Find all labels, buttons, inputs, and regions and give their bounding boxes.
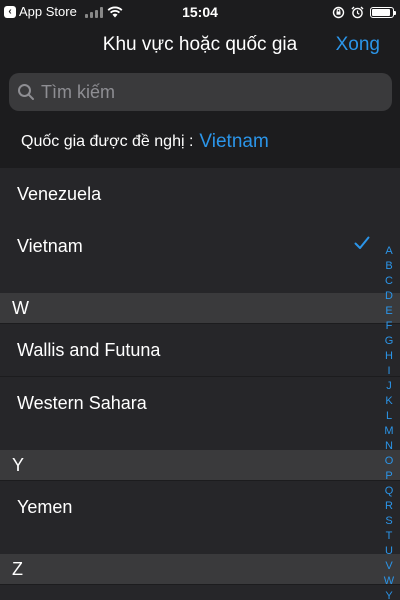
list-item-label: Western Sahara <box>17 392 147 413</box>
search-bar <box>0 68 400 116</box>
list-item-label: Wallis and Futuna <box>17 339 161 360</box>
index-letter-b[interactable]: B <box>385 259 392 274</box>
index-letter-y[interactable]: Y <box>385 589 392 600</box>
index-letter-j[interactable]: J <box>386 379 392 394</box>
index-letter-h[interactable]: H <box>385 349 393 364</box>
index-letter-i[interactable]: I <box>387 364 390 379</box>
section-header-y: Y <box>0 450 400 480</box>
search-input[interactable] <box>41 81 361 103</box>
done-button[interactable]: Xong <box>336 32 380 58</box>
index-letter-a[interactable]: A <box>385 244 392 259</box>
index-letter-n[interactable]: N <box>385 439 393 454</box>
suggested-country-link[interactable]: Vietnam <box>199 131 268 153</box>
section-index[interactable]: ABCDEFGHIJKLMNOPQRSTUVWYZ <box>378 244 400 600</box>
orientation-lock-icon <box>332 6 345 18</box>
index-letter-d[interactable]: D <box>385 289 393 304</box>
list-item-venezuela[interactable]: Venezuela <box>0 168 400 220</box>
list-item-vietnam[interactable]: Vietnam <box>0 220 400 272</box>
index-letter-o[interactable]: O <box>385 454 394 469</box>
index-letter-l[interactable]: L <box>386 409 392 424</box>
search-icon <box>18 84 34 100</box>
status-right <box>332 3 396 21</box>
index-letter-e[interactable]: E <box>385 304 392 319</box>
list-spacer <box>0 533 400 554</box>
list-spacer <box>0 429 400 450</box>
alarm-icon <box>351 6 364 18</box>
index-letter-f[interactable]: F <box>386 319 393 334</box>
checkmark-icon <box>354 236 370 249</box>
navigation-bar: Khu vực hoặc quốc gia Xong <box>0 24 400 68</box>
index-letter-t[interactable]: T <box>386 529 393 544</box>
index-letter-v[interactable]: V <box>385 559 392 574</box>
index-letter-s[interactable]: S <box>385 514 392 529</box>
index-letter-c[interactable]: C <box>385 274 393 289</box>
list-item-western-sahara[interactable]: Western Sahara <box>0 377 400 429</box>
list-spacer <box>0 272 400 293</box>
section-header-z: Z <box>0 554 400 584</box>
index-letter-m[interactable]: M <box>384 424 393 439</box>
battery-icon <box>370 6 396 18</box>
list-item-label: Yemen <box>17 496 73 517</box>
list-spacer <box>0 585 400 600</box>
index-letter-r[interactable]: R <box>385 499 393 514</box>
index-letter-u[interactable]: U <box>385 544 393 559</box>
list-item-label: Venezuela <box>17 183 102 204</box>
list-item-label: Vietnam <box>17 235 83 256</box>
status-bar: ‹ App Store 15:04 <box>0 0 400 24</box>
index-letter-g[interactable]: G <box>385 334 394 349</box>
search-field[interactable] <box>9 73 392 111</box>
suggested-country: Quốc gia được đề nghị : Vietnam <box>0 116 400 168</box>
index-letter-p[interactable]: P <box>385 469 392 484</box>
suggested-country-label: Quốc gia được đề nghị : <box>21 133 194 150</box>
list-item-wallis-and-futuna[interactable]: Wallis and Futuna <box>0 324 400 376</box>
index-letter-k[interactable]: K <box>385 394 392 409</box>
list-item-yemen[interactable]: Yemen <box>0 481 400 533</box>
index-letter-q[interactable]: Q <box>385 484 394 499</box>
index-letter-w[interactable]: W <box>384 574 394 589</box>
section-header-w: W <box>0 293 400 323</box>
